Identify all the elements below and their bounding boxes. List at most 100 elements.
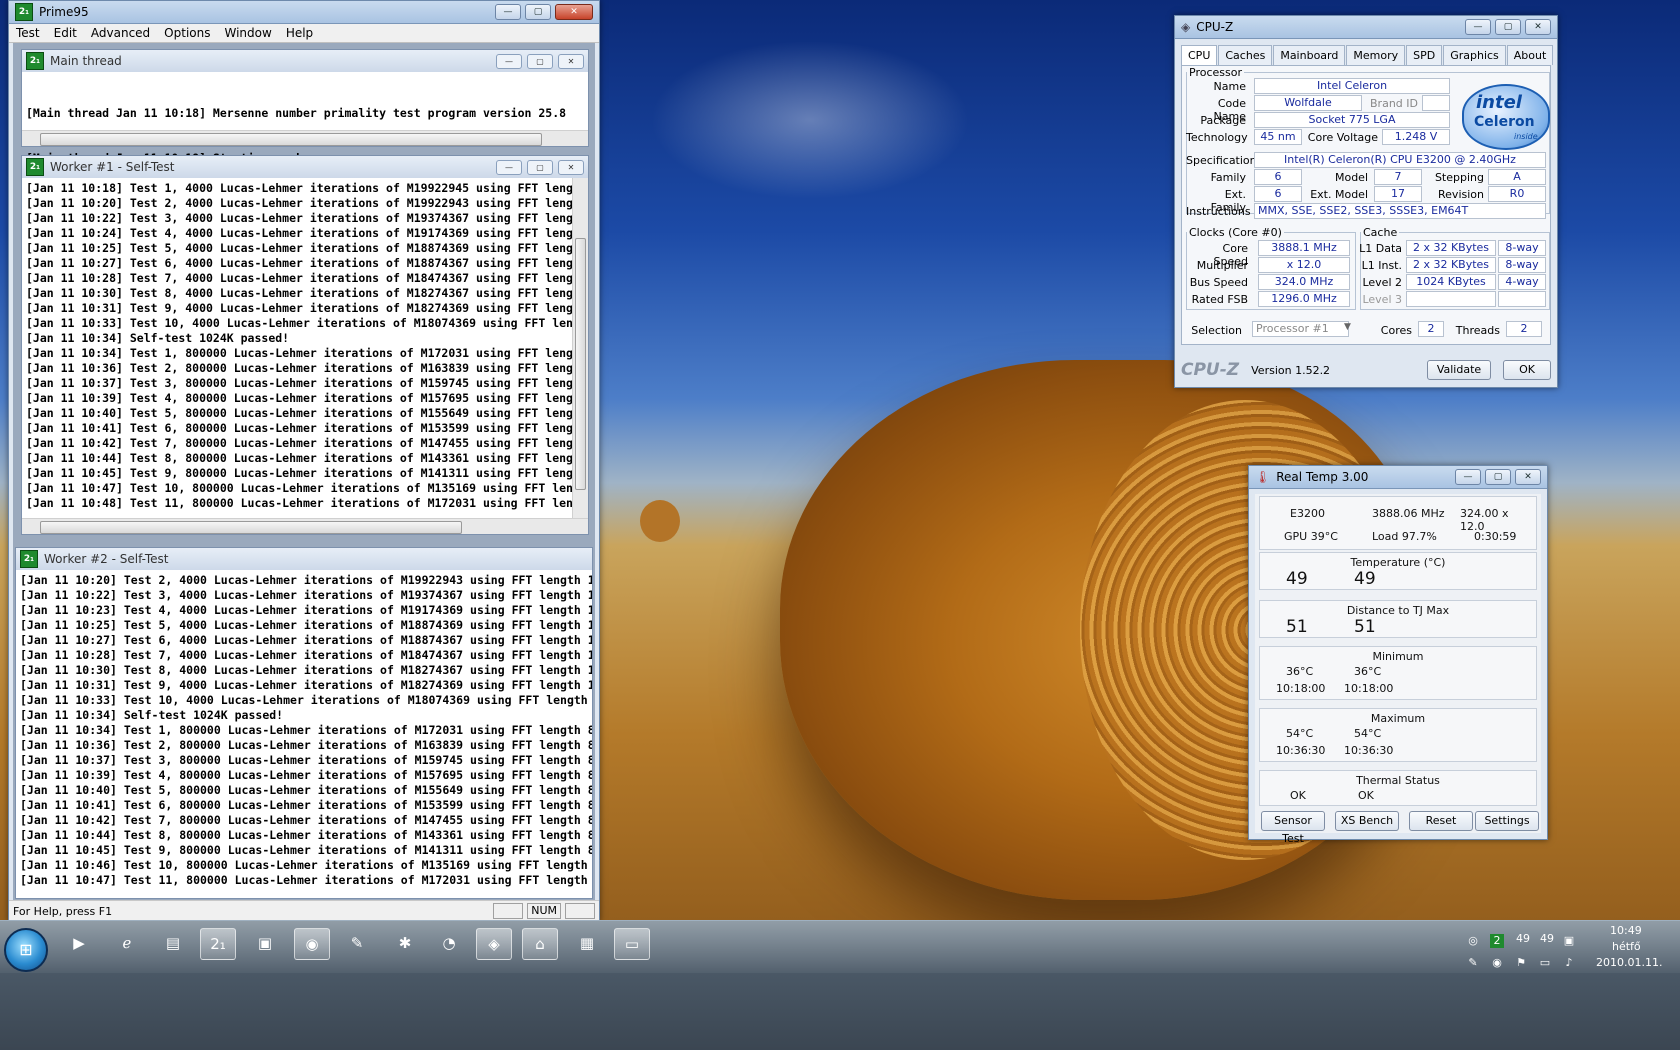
- chevron-down-icon[interactable]: ▼: [1344, 322, 1351, 332]
- worker1-titlebar[interactable]: 2₁ Worker #1 - Self-Test — ▢ ✕: [22, 156, 588, 178]
- selection-dropdown[interactable]: Processor #1: [1252, 321, 1349, 337]
- child-close-button[interactable]: ✕: [558, 53, 584, 69]
- child-maximize-button[interactable]: ▢: [527, 53, 553, 69]
- menu-options[interactable]: Options: [157, 26, 217, 40]
- firefox-icon[interactable]: ◉: [294, 928, 330, 960]
- clock-date[interactable]: 2010.01.11.: [1596, 956, 1662, 969]
- worker1-window[interactable]: 2₁ Worker #1 - Self-Test — ▢ ✕ [Jan 11 1…: [21, 155, 589, 535]
- green-app-icon[interactable]: ▣: [248, 928, 282, 958]
- reset-button[interactable]: Reset: [1409, 811, 1473, 831]
- ok-button[interactable]: OK: [1503, 360, 1551, 380]
- close-button[interactable]: ✕: [1525, 19, 1551, 35]
- bulb-icon[interactable]: ◔: [432, 928, 466, 958]
- close-button[interactable]: ✕: [555, 4, 593, 20]
- taskbar: ⊞ ▶ ℯ ▤ 2₁ ▣ ◉ ✎ ✱ ◔ ◈ ⌂ ▦ ▭ ◎ 2 49 49 ▣…: [0, 920, 1680, 1050]
- prime95-taskbar-icon[interactable]: 2₁: [200, 928, 236, 960]
- main-thread-titlebar[interactable]: 2₁ Main thread — ▢ ✕: [22, 50, 588, 72]
- worker2-window[interactable]: 2₁ Worker #2 - Self-Test [Jan 11 10:20] …: [15, 547, 593, 899]
- child-close-button[interactable]: ✕: [558, 159, 584, 175]
- pen-tool-icon[interactable]: ✎: [340, 928, 374, 958]
- start-button[interactable]: ⊞: [4, 928, 48, 972]
- internet-explorer-icon[interactable]: ℯ: [110, 928, 144, 958]
- close-button[interactable]: ✕: [1515, 469, 1541, 485]
- intel-logo-tag: inside: [1514, 132, 1538, 141]
- menu-test[interactable]: Test: [9, 26, 47, 40]
- tab-mainboard[interactable]: Mainboard: [1273, 45, 1346, 65]
- menu-window[interactable]: Window: [217, 26, 278, 40]
- worker1-hscrollbar[interactable]: [22, 518, 588, 534]
- floppy-icon[interactable]: ▦: [570, 928, 604, 958]
- flag-tray-icon[interactable]: ⚑: [1514, 956, 1528, 970]
- prime95-tray-icon[interactable]: 2: [1490, 934, 1504, 948]
- child-minimize-button[interactable]: —: [496, 53, 522, 69]
- tool-tray-icon[interactable]: ✎: [1466, 956, 1480, 970]
- tray-core1-temp[interactable]: 49: [1540, 932, 1554, 945]
- scroll-thumb[interactable]: [40, 521, 462, 534]
- child-maximize-button[interactable]: ▢: [527, 159, 553, 175]
- xs-bench-button[interactable]: XS Bench: [1335, 811, 1399, 831]
- maximize-button[interactable]: ▢: [525, 4, 551, 20]
- rt-distance-box: Distance to TJ Max 51 51: [1259, 600, 1537, 638]
- spec-value: Intel(R) Celeron(R) CPU E3200 @ 2.40GHz: [1254, 152, 1546, 168]
- network-tray-icon[interactable]: ▣: [1562, 934, 1576, 948]
- cpuz-window[interactable]: ◈ CPU-Z — ▢ ✕ CPU Caches Mainboard Memor…: [1174, 15, 1558, 388]
- rt-cpu: E3200: [1290, 507, 1325, 520]
- sensor-test-button[interactable]: Sensor Test: [1261, 811, 1325, 845]
- clock-day[interactable]: hétfő: [1612, 940, 1641, 953]
- log-line: [Jan 11 10:39] Test 4, 800000 Lucas-Lehm…: [26, 391, 572, 405]
- monitor-tray-icon[interactable]: ▭: [1538, 956, 1552, 970]
- menu-advanced[interactable]: Advanced: [84, 26, 157, 40]
- main-thread-window[interactable]: 2₁ Main thread — ▢ ✕ [Main thread Jan 11…: [21, 49, 589, 165]
- minimize-button[interactable]: —: [1465, 19, 1491, 35]
- child-minimize-button[interactable]: —: [496, 159, 522, 175]
- tab-graphics[interactable]: Graphics: [1443, 45, 1506, 65]
- realtemp-body: E3200 3888.06 MHz 324.00 x 12.0 GPU 39°C…: [1255, 494, 1541, 845]
- prime95-titlebar[interactable]: 2₁ Prime95 — ▢ ✕: [9, 1, 599, 24]
- scroll-thumb[interactable]: [40, 133, 542, 146]
- brandid-label: Brand ID: [1370, 97, 1418, 110]
- tab-spd[interactable]: SPD: [1406, 45, 1443, 65]
- tray-core0-temp[interactable]: 49: [1516, 932, 1530, 945]
- main-thread-hscrollbar[interactable]: [22, 130, 588, 146]
- cpuz-titlebar[interactable]: ◈ CPU-Z — ▢ ✕: [1175, 16, 1557, 39]
- menu-help[interactable]: Help: [279, 26, 320, 40]
- intel-logo-product: Celeron: [1474, 114, 1535, 130]
- network-app-icon[interactable]: ▭: [614, 928, 650, 960]
- volume-icon[interactable]: ♪: [1562, 956, 1576, 970]
- steam-tray-icon[interactable]: ◎: [1466, 934, 1480, 948]
- tab-cpu[interactable]: CPU: [1181, 45, 1218, 65]
- log-line: [Jan 11 10:27] Test 6, 4000 Lucas-Lehmer…: [20, 633, 592, 647]
- realtemp-window[interactable]: 🌡 Real Temp 3.00 — ▢ ✕ E3200 3888.06 MHz…: [1248, 465, 1548, 845]
- log-line: [Jan 11 10:45] Test 9, 800000 Lucas-Lehm…: [26, 466, 572, 480]
- cpuz-title: CPU-Z: [1196, 20, 1234, 34]
- clocks-legend: Clocks (Core #0): [1189, 226, 1282, 239]
- validate-button[interactable]: Validate: [1427, 360, 1491, 380]
- red-gear-icon[interactable]: ✱: [388, 928, 422, 958]
- prime95-window[interactable]: 2₁ Prime95 — ▢ ✕ Test Edit Advanced Opti…: [8, 0, 600, 922]
- scroll-thumb[interactable]: [575, 238, 586, 490]
- worker1-vscrollbar[interactable]: [572, 178, 588, 519]
- minimize-button[interactable]: —: [1455, 469, 1481, 485]
- minimize-button[interactable]: —: [495, 4, 521, 20]
- maximize-button[interactable]: ▢: [1495, 19, 1521, 35]
- clock-time[interactable]: 10:49: [1610, 924, 1642, 937]
- tab-memory[interactable]: Memory: [1346, 45, 1406, 65]
- log-line: [Jan 11 10:28] Test 7, 4000 Lucas-Lehmer…: [20, 648, 592, 662]
- revision-label: Revision: [1438, 188, 1484, 201]
- l1i-value: 2 x 32 KBytes: [1406, 257, 1496, 273]
- processor-legend: Processor: [1189, 66, 1242, 79]
- maximize-button[interactable]: ▢: [1485, 469, 1511, 485]
- settings-button[interactable]: Settings: [1475, 811, 1539, 831]
- menu-edit[interactable]: Edit: [47, 26, 84, 40]
- worker2-title: Worker #2 - Self-Test: [44, 552, 169, 566]
- explorer-folder-icon[interactable]: ▤: [156, 928, 190, 958]
- rt-temperature-box: Temperature (°C) 49 49: [1259, 552, 1537, 590]
- worker2-titlebar[interactable]: 2₁ Worker #2 - Self-Test: [16, 548, 592, 570]
- realtemp-titlebar[interactable]: 🌡 Real Temp 3.00 — ▢ ✕: [1249, 466, 1547, 489]
- cpuz-taskbar-icon[interactable]: ◈: [476, 928, 512, 960]
- media-player-icon[interactable]: ▶: [62, 928, 96, 958]
- realtemp-taskbar-icon[interactable]: ⌂: [522, 928, 558, 960]
- tab-about[interactable]: About: [1506, 45, 1554, 65]
- tab-caches[interactable]: Caches: [1218, 45, 1273, 65]
- disc-tray-icon[interactable]: ◉: [1490, 956, 1504, 970]
